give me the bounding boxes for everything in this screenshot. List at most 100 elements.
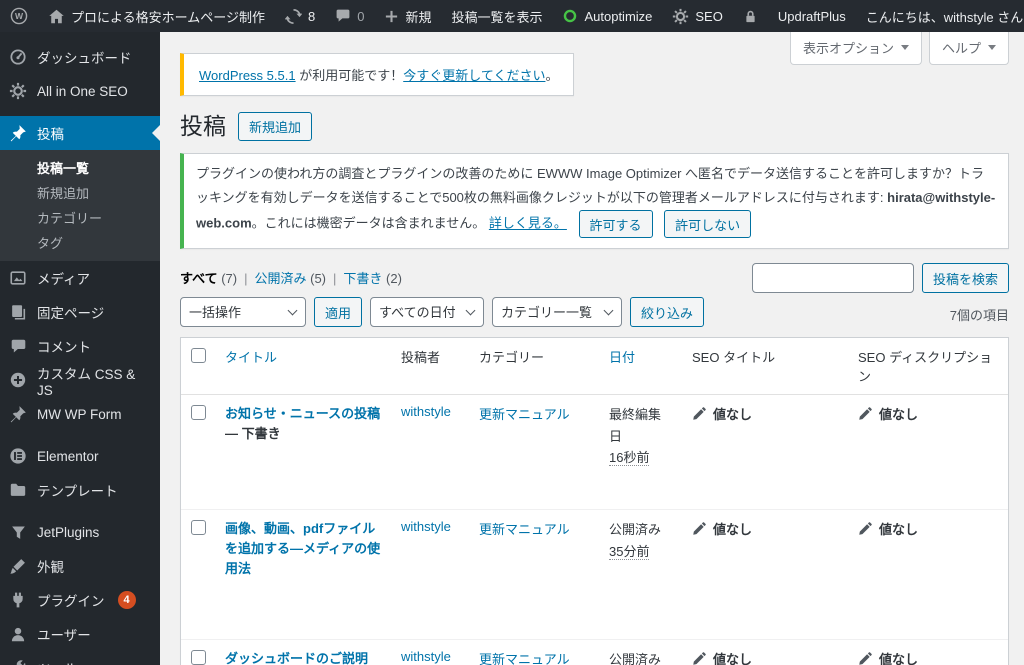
dashboard-icon bbox=[8, 47, 28, 67]
category-link[interactable]: 更新マニュアル bbox=[479, 652, 570, 665]
category-filter-select[interactable]: カテゴリー一覧 bbox=[492, 297, 623, 328]
learn-more-link[interactable]: 詳しく見る。 bbox=[489, 216, 567, 231]
submenu-label: 投稿一覧 bbox=[37, 161, 90, 176]
wordpress-version-link[interactable]: WordPress 5.5.1 bbox=[199, 68, 296, 83]
sidebar-item-dashboard[interactable]: ダッシュボード bbox=[0, 40, 160, 74]
post-title-link[interactable]: 画像、動画、pdfファイルを追加する―メディアの使用法 bbox=[225, 521, 380, 576]
row-checkbox[interactable] bbox=[191, 405, 206, 421]
row-checkbox[interactable] bbox=[191, 650, 206, 665]
sidebar-item-templates[interactable]: テンプレート bbox=[0, 473, 160, 507]
sidebar-item-users[interactable]: ユーザー bbox=[0, 617, 160, 651]
sidebar-submenu-item-all-posts[interactable]: 投稿一覧 bbox=[0, 155, 160, 180]
wp-logo[interactable]: W bbox=[0, 0, 38, 32]
update-nag-text: が利用可能です！ bbox=[295, 68, 404, 83]
view-published-link[interactable]: 公開済み (5) bbox=[254, 271, 343, 286]
menu-separator bbox=[0, 431, 160, 439]
category-link[interactable]: 更新マニュアル bbox=[479, 522, 570, 537]
svg-text:W: W bbox=[15, 11, 24, 21]
comments-link[interactable]: 0 bbox=[325, 0, 374, 32]
sidebar-item-aioseo[interactable]: All in One SEO bbox=[0, 74, 160, 108]
sort-by-date[interactable]: 日付 bbox=[609, 350, 635, 365]
seo-description-edit[interactable]: 値なし bbox=[858, 404, 918, 423]
bulk-action-select[interactable]: 一括操作 bbox=[180, 297, 306, 328]
sidebar-item-custom-css-js[interactable]: カスタム CSS & JS bbox=[0, 363, 160, 398]
page-title: 投稿 bbox=[180, 113, 226, 139]
author-link[interactable]: withstyle bbox=[401, 404, 451, 419]
table-row: 画像、動画、pdfファイルを追加する―メディアの使用法 withstyle 更新… bbox=[181, 509, 1008, 639]
allow-button[interactable]: 許可する bbox=[578, 210, 653, 239]
seo-title-edit[interactable]: 値なし bbox=[692, 404, 752, 423]
sidebar-item-appearance[interactable]: 外観 bbox=[0, 549, 160, 583]
post-title-link[interactable]: お知らせ・ニュースの投稿 bbox=[225, 406, 380, 421]
sidebar-item-comments[interactable]: コメント bbox=[0, 329, 160, 363]
view-all-link[interactable]: すべて (7) bbox=[180, 271, 254, 286]
plug-icon bbox=[8, 590, 28, 610]
help-tab[interactable]: ヘルプ bbox=[928, 32, 1009, 65]
media-icon bbox=[8, 268, 28, 288]
sidebar-item-mw-wp-form[interactable]: MW WP Form bbox=[0, 397, 160, 431]
search-posts-button[interactable]: 投稿を検索 bbox=[921, 263, 1009, 294]
sidebar-item-elementor[interactable]: Elementor bbox=[0, 439, 160, 473]
sidebar-submenu-item-add-new[interactable]: 新規追加 bbox=[0, 180, 160, 205]
sort-by-title[interactable]: タイトル bbox=[225, 350, 277, 365]
post-title-link[interactable]: ダッシュボードのご説明 bbox=[225, 651, 368, 665]
category-link[interactable]: 更新マニュアル bbox=[479, 407, 570, 422]
sidebar-submenu-item-categories[interactable]: カテゴリー bbox=[0, 205, 160, 230]
column-header-category: カテゴリー bbox=[479, 350, 545, 366]
seo-description-value: 値なし bbox=[879, 522, 919, 538]
sidebar-item-media[interactable]: メディア bbox=[0, 261, 160, 295]
autoptimize-label: Autoptimize bbox=[584, 8, 653, 24]
site-name-link[interactable]: プロによる格安ホームページ制作 bbox=[38, 0, 275, 32]
pencil-icon bbox=[692, 406, 706, 421]
row-checkbox[interactable] bbox=[191, 520, 206, 536]
sidebar-item-posts[interactable]: 投稿 bbox=[0, 116, 160, 150]
apply-button[interactable]: 適用 bbox=[314, 297, 363, 328]
seo-description-value: 値なし bbox=[879, 407, 919, 423]
sidebar-item-label: 外観 bbox=[37, 560, 64, 575]
autoptimize-link[interactable]: Autoptimize bbox=[552, 0, 662, 32]
brush-icon bbox=[8, 556, 28, 576]
view-draft-link[interactable]: 下書き (2) bbox=[343, 271, 402, 286]
my-account-link[interactable]: こんにちは、withstyle さん bbox=[856, 0, 1024, 32]
sidebar-submenu-item-tags[interactable]: タグ bbox=[0, 230, 160, 255]
sidebar-item-label: Elementor bbox=[37, 448, 99, 464]
filter-button[interactable]: 絞り込み bbox=[630, 297, 705, 328]
updates-link[interactable]: 8 bbox=[275, 0, 325, 32]
sidebar-item-plugins[interactable]: プラグイン 4 bbox=[0, 583, 160, 617]
deny-button[interactable]: 許可しない bbox=[664, 210, 752, 239]
date-filter-select[interactable]: すべての日付 bbox=[370, 297, 485, 328]
update-now-link[interactable]: 今すぐ更新してください bbox=[403, 68, 545, 83]
seo-link[interactable]: SEO bbox=[662, 0, 732, 32]
seo-title-edit[interactable]: 値なし bbox=[692, 649, 752, 665]
seo-description-edit[interactable]: 値なし bbox=[858, 649, 918, 665]
select-all-checkbox[interactable] bbox=[191, 348, 206, 364]
add-new-button[interactable]: 新規追加 bbox=[238, 111, 313, 141]
author-link[interactable]: withstyle bbox=[401, 649, 451, 664]
comment-icon bbox=[8, 336, 28, 356]
elementor-icon bbox=[8, 446, 28, 466]
sidebar-item-label: All in One SEO bbox=[37, 83, 128, 99]
updraftplus-link[interactable]: UpdraftPlus bbox=[768, 0, 856, 32]
menu-separator bbox=[0, 108, 160, 116]
site-name-label: プロによる格安ホームページ制作 bbox=[71, 9, 265, 25]
plugins-update-badge: 4 bbox=[117, 591, 136, 609]
seo-title-edit[interactable]: 値なし bbox=[692, 519, 752, 538]
sidebar-item-tools[interactable]: ツール bbox=[0, 651, 160, 665]
menu-separator bbox=[0, 507, 160, 515]
screen-options-tab[interactable]: 表示オプション bbox=[789, 32, 922, 65]
seo-description-edit[interactable]: 値なし bbox=[858, 519, 918, 538]
new-content-link[interactable]: 新規 bbox=[374, 0, 441, 32]
sidebar-item-label: 投稿 bbox=[37, 127, 64, 142]
author-link[interactable]: withstyle bbox=[401, 519, 451, 534]
wrench-icon bbox=[8, 658, 28, 665]
column-header-seo-title: SEO タイトル bbox=[692, 350, 776, 366]
submenu-label: カテゴリー bbox=[37, 211, 103, 226]
update-nag-suffix: 。 bbox=[545, 68, 559, 83]
updraft-lock-link[interactable] bbox=[733, 0, 768, 32]
sidebar-item-jetplugins[interactable]: JetPlugins bbox=[0, 515, 160, 549]
sidebar-item-label: プラグイン bbox=[37, 594, 105, 609]
new-content-label: 新規 bbox=[405, 9, 432, 25]
sidebar-item-pages[interactable]: 固定ページ bbox=[0, 295, 160, 329]
search-input[interactable] bbox=[751, 263, 914, 294]
view-posts-link[interactable]: 投稿一覧を表示 bbox=[441, 0, 552, 32]
